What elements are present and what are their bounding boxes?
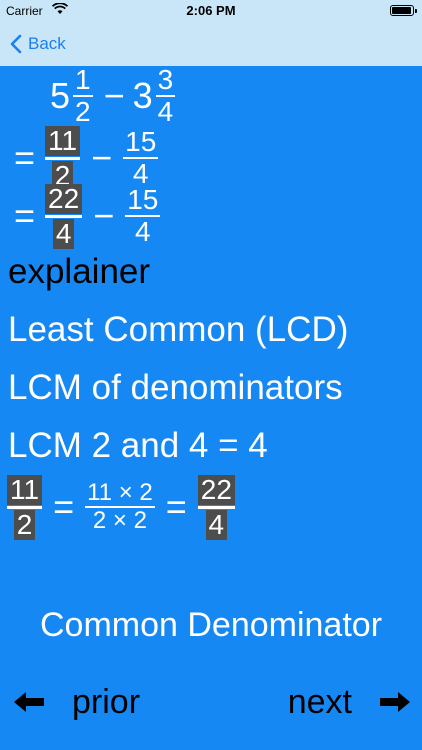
problem-expression: 5 1 2 − 3 3 4 — [0, 66, 178, 126]
prior-label: prior — [72, 682, 141, 721]
explainer-line-lcd: Least Common (LCD) — [8, 310, 349, 349]
back-button[interactable]: Back — [10, 30, 66, 58]
next-label: next — [287, 682, 352, 721]
numerator: 15 — [125, 126, 157, 157]
status-time: 2:06 PM — [186, 3, 236, 18]
denominator: 2 — [75, 96, 91, 127]
minus-sign: − — [91, 137, 113, 178]
source-fraction: 11 2 — [7, 474, 43, 540]
explainer-heading: explainer — [8, 252, 151, 291]
explainer-line-lcm: LCM of denominators — [8, 368, 343, 407]
denominator: 4 — [52, 218, 75, 249]
whole-number: 5 — [50, 75, 71, 116]
prior-button[interactable]: prior — [12, 676, 140, 728]
numerator: 11 — [45, 125, 81, 156]
arrow-left-icon — [14, 692, 44, 712]
denominator: 4 — [205, 509, 228, 540]
denominator: 4 — [157, 96, 174, 127]
minus-sign: − — [103, 75, 125, 116]
multiplication-fraction: 11 × 2 2 × 2 — [85, 481, 155, 533]
numerator: 11 — [7, 474, 43, 505]
numerator: 22 — [45, 183, 83, 214]
numerator: 1 — [75, 64, 91, 95]
lesson-content: 5 1 2 − 3 3 4 = 11 2 − 15 4 = 22 4 − 15 … — [0, 66, 422, 750]
fraction: 1 2 — [73, 66, 93, 126]
denominator: 2 — [13, 509, 36, 540]
improper-fraction: 15 4 — [125, 184, 161, 247]
equals-sign: = — [14, 137, 36, 178]
conversion-calculation: 11 2 = 11 × 2 2 × 2 = 22 4 — [4, 474, 238, 540]
chevron-left-icon — [10, 34, 22, 54]
equals-sign: = — [53, 486, 75, 527]
navigation-bar: Back — [0, 22, 422, 66]
result-fraction: 22 4 — [197, 474, 235, 540]
denominator: 4 — [135, 216, 151, 247]
battery-icon — [390, 5, 417, 16]
explainer-line-lcm-value: LCM 2 and 4 = 4 — [8, 426, 268, 465]
section-title: Common Denominator — [39, 606, 383, 644]
step-1: = 11 2 − 15 4 — [14, 125, 161, 191]
equals-sign: = — [14, 195, 36, 236]
back-label: Back — [28, 34, 66, 53]
numerator: 22 — [197, 474, 235, 505]
step-2: = 22 4 − 15 4 — [14, 183, 163, 249]
numerator: 15 — [127, 184, 159, 215]
numerator-product: 11 × 2 — [87, 479, 153, 506]
minus-sign: − — [93, 195, 115, 236]
improper-fraction: 11 2 — [45, 125, 81, 191]
status-bar: Carrier 2:06 PM — [0, 0, 422, 22]
denominator-product: 2 × 2 — [92, 507, 147, 534]
improper-fraction: 15 4 — [123, 126, 159, 188]
equals-sign: = — [165, 486, 187, 527]
next-button[interactable]: next — [288, 676, 412, 728]
numerator: 3 — [157, 64, 174, 95]
fraction: 3 4 — [155, 64, 176, 127]
equivalent-fraction: 22 4 — [45, 183, 83, 249]
arrow-right-icon — [380, 692, 410, 712]
whole-number: 3 — [132, 75, 153, 116]
